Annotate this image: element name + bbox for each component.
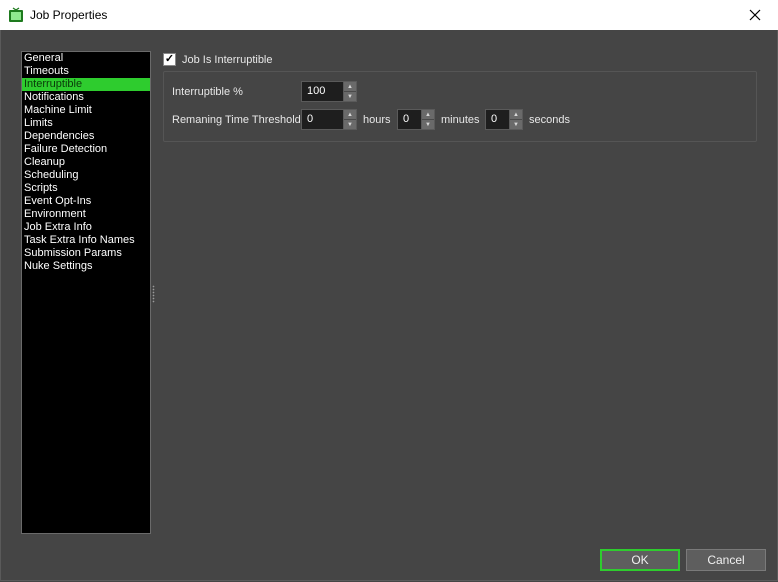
interruptible-checkbox[interactable]: ✓ [163,53,176,66]
seconds-label: seconds [529,114,570,126]
hours-label: hours [363,114,391,126]
interruptible-percent-spinbox[interactable]: 100 ▲ ▼ [301,81,357,102]
sidebar-item-scripts[interactable]: Scripts [22,182,150,195]
sidebar-item-task-extra-info-names[interactable]: Task Extra Info Names [22,234,150,247]
interruptible-percent-value[interactable]: 100 [302,82,343,101]
sidebar-item-nuke-settings[interactable]: Nuke Settings [22,260,150,273]
sidebar-item-job-extra-info[interactable]: Job Extra Info [22,221,150,234]
minutes-spinbox[interactable]: 0 ▲ ▼ [397,109,435,130]
tv-icon [9,7,23,22]
sidebar-item-cleanup[interactable]: Cleanup [22,156,150,169]
sidebar-item-failure-detection[interactable]: Failure Detection [22,143,150,156]
hours-value[interactable]: 0 [302,110,343,129]
spin-down-icon[interactable]: ▼ [422,120,434,129]
sidebar-item-limits[interactable]: Limits [22,117,150,130]
window-title: Job Properties [30,8,108,22]
sidebar-item-event-opt-ins[interactable]: Event Opt-Ins [22,195,150,208]
ok-button[interactable]: OK [600,549,680,571]
spin-buttons: ▲ ▼ [343,110,356,129]
spin-down-icon[interactable]: ▼ [510,120,522,129]
spin-down-icon[interactable]: ▼ [344,92,356,101]
close-icon [749,9,761,21]
interruptible-settings-group: Interruptible % 100 ▲ ▼ Remaning Time Th… [163,71,757,142]
sidebar-item-interruptible[interactable]: Interruptible [22,78,150,91]
interruptible-checkbox-row[interactable]: ✓ Job Is Interruptible [163,53,273,66]
spin-buttons: ▲ ▼ [509,110,522,129]
sidebar-item-dependencies[interactable]: Dependencies [22,130,150,143]
spin-buttons: ▲ ▼ [343,82,356,101]
splitter-handle[interactable] [152,285,155,303]
seconds-spinbox[interactable]: 0 ▲ ▼ [485,109,523,130]
spin-up-icon[interactable]: ▲ [422,110,434,120]
minutes-value[interactable]: 0 [398,110,421,129]
title-bar: Job Properties [0,0,778,30]
sidebar-item-notifications[interactable]: Notifications [22,91,150,104]
sidebar-item-submission-params[interactable]: Submission Params [22,247,150,260]
hours-spinbox[interactable]: 0 ▲ ▼ [301,109,357,130]
category-list[interactable]: General Timeouts Interruptible Notificat… [21,51,151,534]
spin-up-icon[interactable]: ▲ [344,82,356,92]
close-button[interactable] [732,0,778,30]
sidebar-item-general[interactable]: General [22,52,150,65]
sidebar-item-machine-limit[interactable]: Machine Limit [22,104,150,117]
spin-up-icon[interactable]: ▲ [510,110,522,120]
sidebar-item-scheduling[interactable]: Scheduling [22,169,150,182]
minutes-label: minutes [441,114,480,126]
spin-buttons: ▲ ▼ [421,110,434,129]
spin-up-icon[interactable]: ▲ [344,110,356,120]
cancel-button[interactable]: Cancel [686,549,766,571]
interruptible-percent-label: Interruptible % [172,86,243,98]
seconds-value[interactable]: 0 [486,110,509,129]
threshold-label: Remaning Time Threshold [172,114,301,126]
sidebar-item-environment[interactable]: Environment [22,208,150,221]
sidebar-item-timeouts[interactable]: Timeouts [22,65,150,78]
interruptible-checkbox-label[interactable]: Job Is Interruptible [182,54,273,66]
spin-down-icon[interactable]: ▼ [344,120,356,129]
